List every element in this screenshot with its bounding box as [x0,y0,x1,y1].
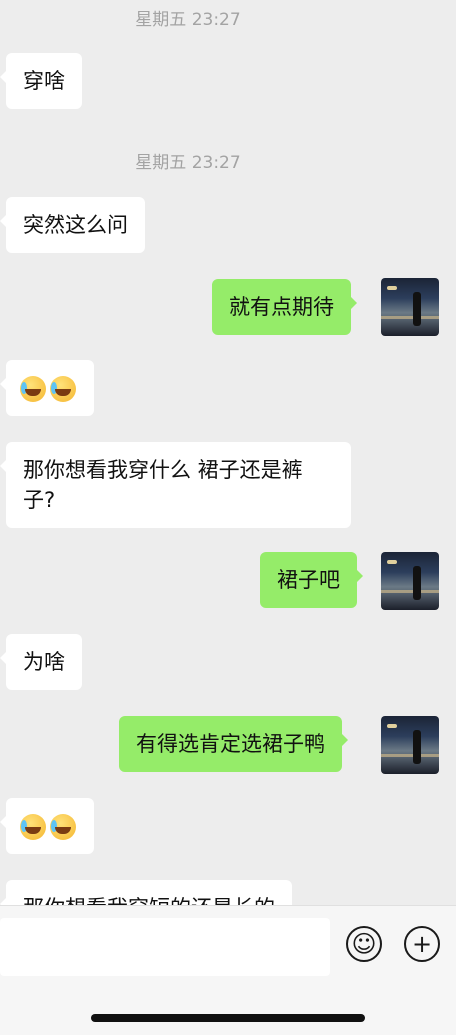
laugh-cry-emoji [50,814,76,840]
laugh-cry-emoji [20,376,46,402]
message-bubble-received[interactable]: 那你想看我穿什么 裙子还是裤子? [0,442,351,528]
message-text: 为啥 [23,650,65,674]
message-text: 穿啥 [23,69,65,93]
avatar[interactable] [381,716,439,774]
message-text: 突然这么问 [23,213,128,237]
message-text: 有得选肯定选裙子鸭 [136,732,325,756]
smiley-glyph: ☺ [351,930,377,958]
laugh-cry-emoji [20,814,46,840]
avatar[interactable] [381,278,439,336]
message-bubble-sent[interactable]: 裙子吧 [260,552,363,608]
message-text: 那你想看我穿什么 裙子还是裤子? [23,458,303,512]
message-bubble-received[interactable]: 为啥 [0,634,82,690]
message-bubble-received[interactable] [0,360,94,416]
message-bubble-received[interactable] [0,798,94,854]
message-bubble-sent[interactable]: 有得选肯定选裙子鸭 [119,716,348,772]
message-input[interactable] [0,918,330,976]
smiley-icon[interactable]: ☺ [346,926,382,962]
message-text: 那你想看我穿短的还是长的 [23,896,275,905]
message-text: 裙子吧 [277,568,340,592]
message-bubble-received[interactable]: 穿啥 [0,53,82,109]
message-bubble-received[interactable]: 那你想看我穿短的还是长的 [0,880,292,905]
message-bubble-received[interactable]: 突然这么问 [0,197,145,253]
plus-icon[interactable]: + [404,926,440,962]
laugh-cry-emoji [50,376,76,402]
message-text: 就有点期待 [229,295,334,319]
plus-glyph: + [411,930,433,958]
avatar[interactable] [381,552,439,610]
home-indicator [91,1014,365,1022]
chat-area[interactable]: 星期五 23:27 穿啥 星期五 23:27 突然这么问 就有点期待 那你想看我… [0,0,456,905]
timestamp: 星期五 23:27 [135,10,241,30]
message-bubble-sent[interactable]: 就有点期待 [212,279,357,335]
timestamp: 星期五 23:27 [135,153,241,173]
